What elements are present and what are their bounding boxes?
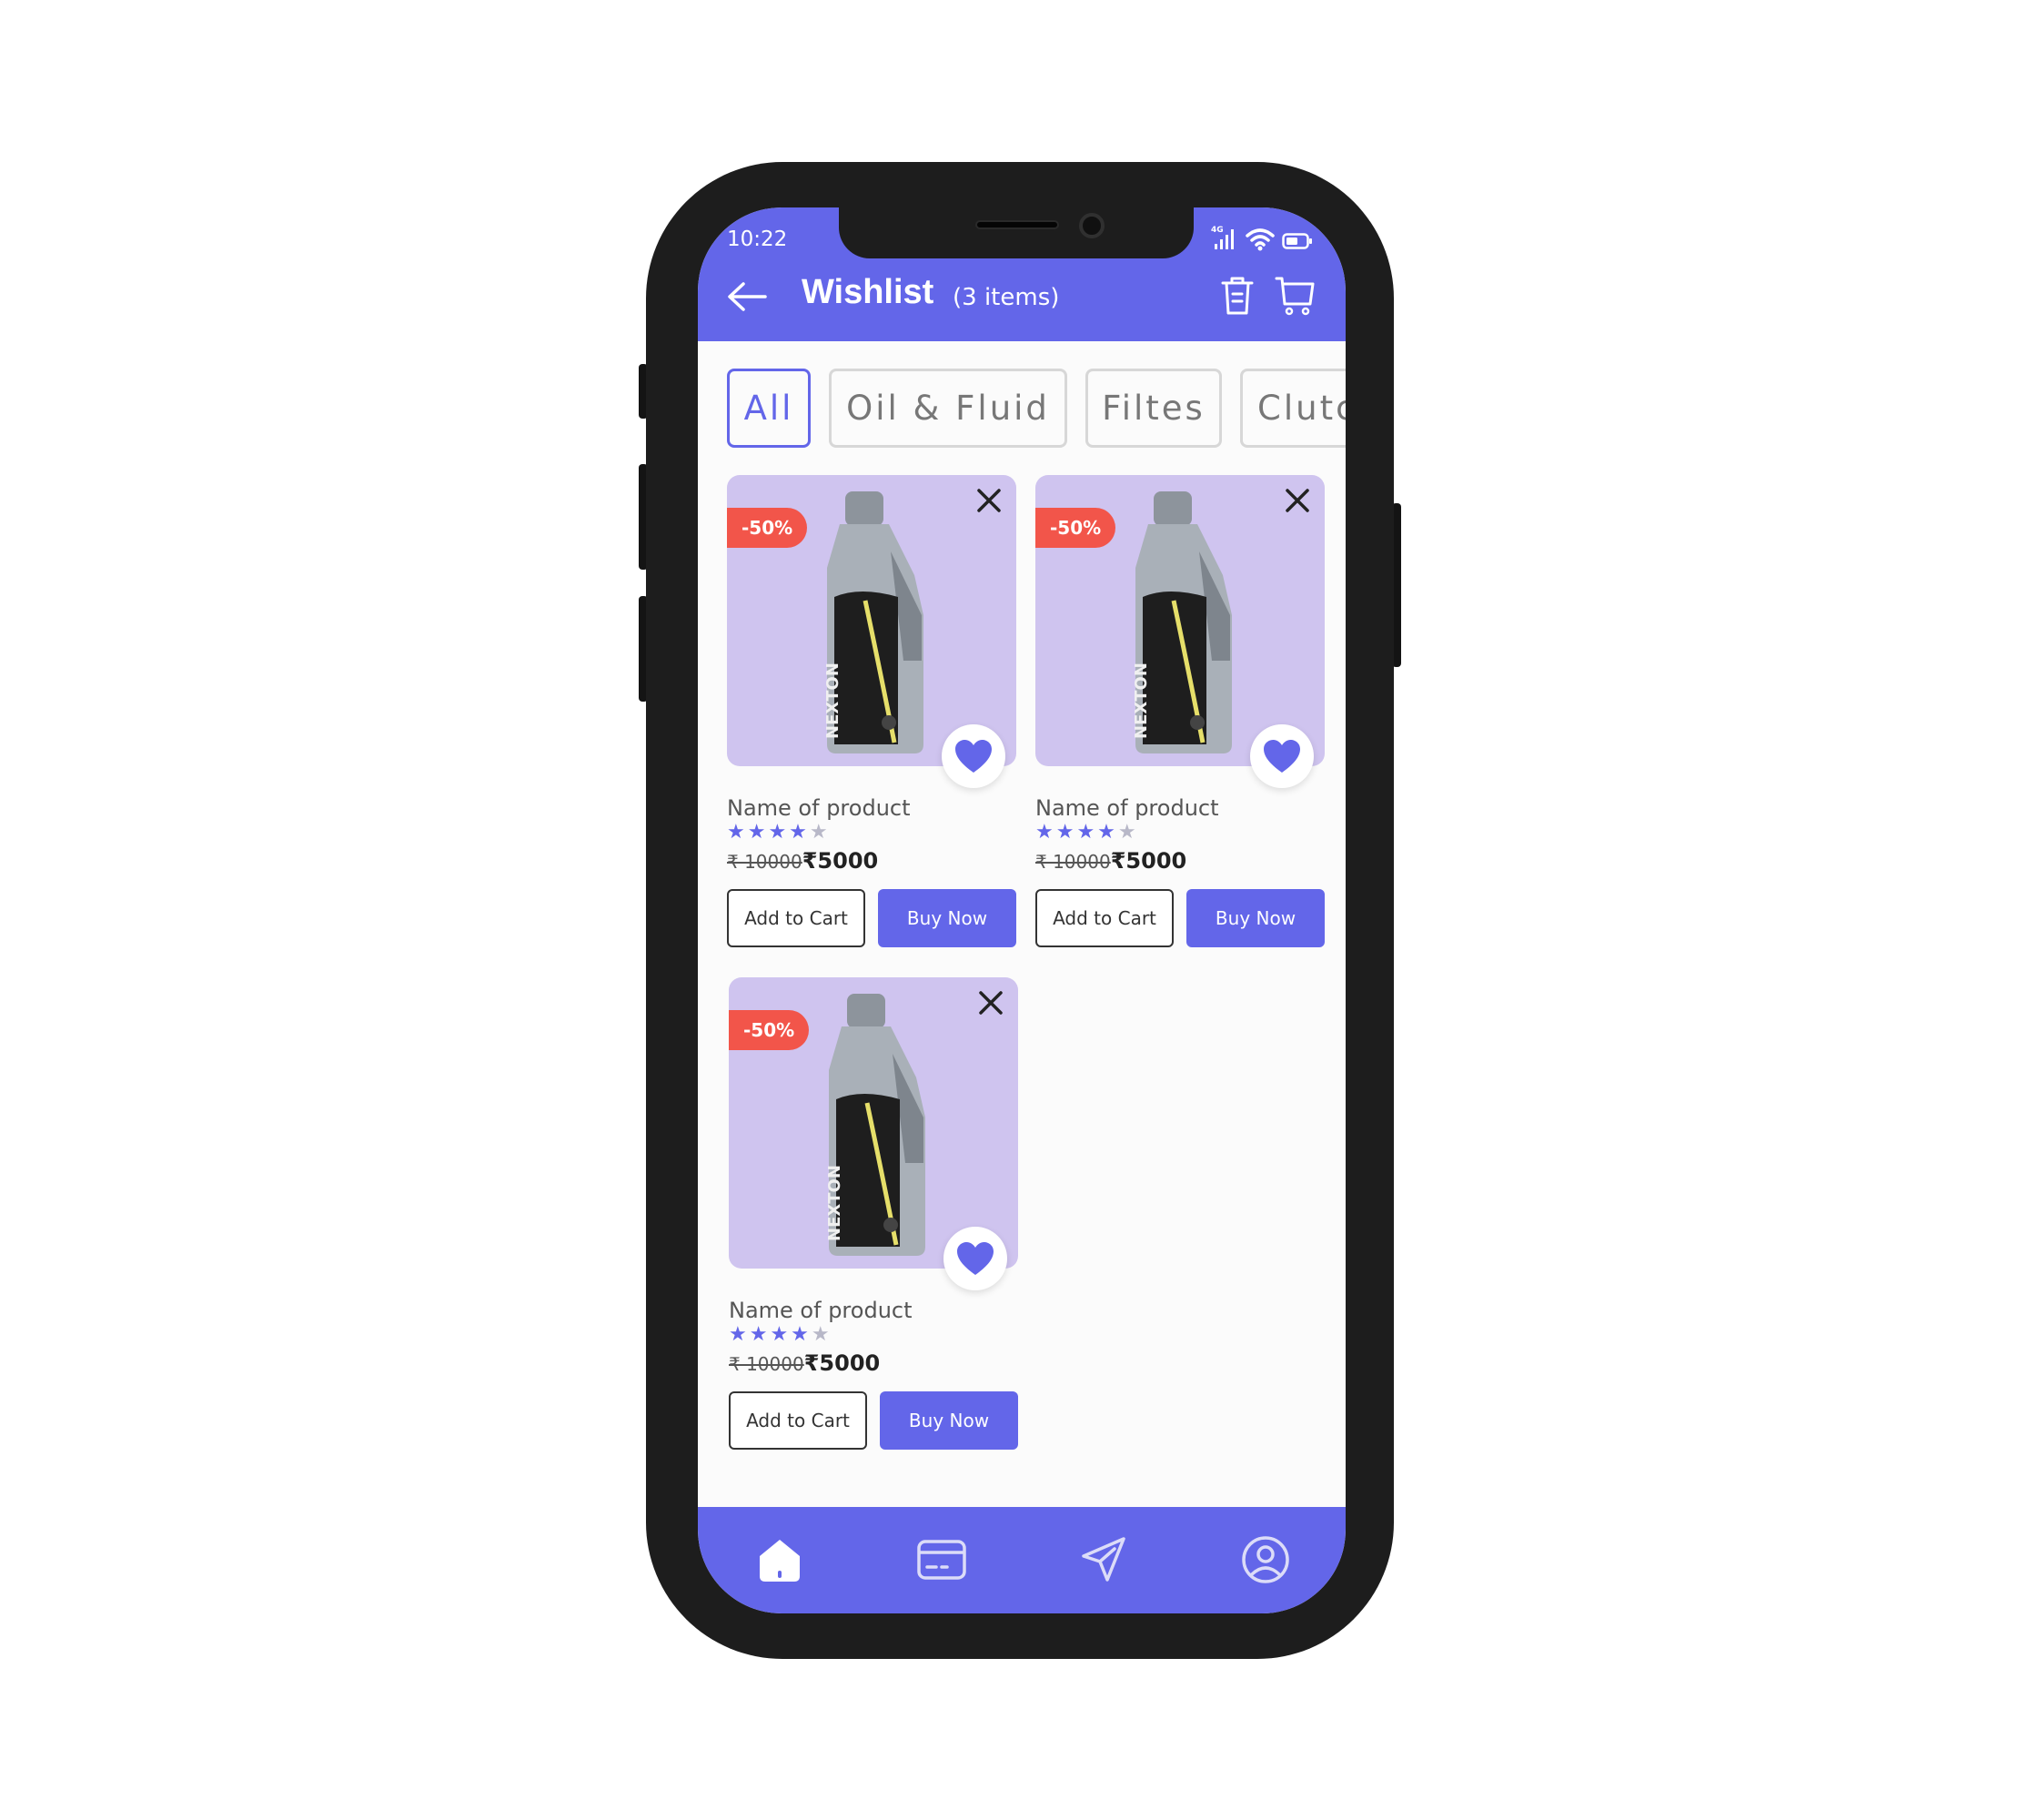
remove-icon[interactable] bbox=[1283, 486, 1312, 515]
old-price: ₹ 10000 bbox=[729, 1353, 804, 1375]
discount-badge: -50% bbox=[1035, 508, 1116, 548]
discount-badge: -50% bbox=[727, 508, 808, 548]
rating-stars: ★★★★★ bbox=[727, 821, 831, 844]
oil-bottle-image: NEXTON bbox=[1132, 491, 1232, 753]
product-image-box[interactable]: NEXTON -50% bbox=[727, 475, 1016, 788]
item-count: (3 items) bbox=[953, 284, 1060, 311]
page-title: Wishlist bbox=[802, 273, 934, 311]
bottle-brand-text: NEXTON bbox=[825, 1165, 844, 1241]
buy-now-button[interactable]: Buy Now bbox=[1186, 889, 1325, 947]
product-image-box[interactable]: NEXTON -50% bbox=[1035, 475, 1325, 788]
chip-filters[interactable]: Filtes bbox=[1085, 369, 1222, 448]
heart-icon bbox=[1264, 740, 1300, 773]
add-to-cart-button[interactable]: Add to Cart bbox=[1035, 889, 1174, 947]
product-image-box[interactable]: NEXTON -50% bbox=[729, 977, 1018, 1290]
favorite-button[interactable] bbox=[942, 724, 1005, 788]
cart-icon[interactable] bbox=[1274, 273, 1316, 317]
phone-screen: 10:22 4G Wishlist (3 items) All Oil & Fl… bbox=[698, 207, 1346, 1613]
heart-icon bbox=[955, 740, 992, 773]
status-time: 10:22 bbox=[727, 228, 788, 251]
chip-all[interactable]: All bbox=[727, 369, 811, 448]
discount-badge: -50% bbox=[729, 1010, 810, 1050]
home-icon[interactable] bbox=[754, 1534, 805, 1585]
remove-icon[interactable] bbox=[976, 988, 1005, 1017]
favorite-button[interactable] bbox=[1250, 724, 1314, 788]
remove-icon[interactable] bbox=[974, 486, 1004, 515]
bottle-brand-text: NEXTON bbox=[1132, 662, 1151, 739]
bottle-brand-text: NEXTON bbox=[823, 662, 842, 739]
oil-bottle-image: NEXTON bbox=[825, 994, 925, 1256]
front-camera bbox=[1079, 213, 1105, 238]
signal-icon: 4G bbox=[1211, 226, 1234, 249]
oil-bottle-image: NEXTON bbox=[823, 491, 923, 753]
old-price: ₹ 10000 bbox=[727, 851, 802, 873]
rating-stars: ★★★★★ bbox=[1035, 821, 1139, 844]
back-arrow-icon[interactable] bbox=[725, 280, 769, 313]
notch bbox=[839, 207, 1194, 258]
price: ₹ 10000₹5000 bbox=[727, 848, 878, 874]
status-icons: 4G bbox=[1211, 224, 1313, 251]
chip-oil-fluid[interactable]: Oil & Fluid bbox=[829, 369, 1067, 448]
profile-icon[interactable] bbox=[1240, 1534, 1291, 1585]
price: ₹ 10000₹5000 bbox=[729, 1350, 880, 1376]
wifi-icon bbox=[1246, 228, 1275, 251]
new-price: ₹5000 bbox=[803, 1350, 881, 1376]
new-price: ₹5000 bbox=[802, 848, 879, 874]
product-name: Name of product bbox=[1035, 795, 1219, 821]
chip-clutch[interactable]: Clutc bbox=[1240, 369, 1346, 448]
card-icon[interactable] bbox=[916, 1534, 967, 1585]
add-to-cart-button[interactable]: Add to Cart bbox=[729, 1391, 867, 1450]
send-icon[interactable] bbox=[1078, 1534, 1129, 1585]
product-name: Name of product bbox=[729, 1298, 913, 1323]
network-label: 4G bbox=[1211, 226, 1224, 235]
rating-stars: ★★★★★ bbox=[729, 1323, 832, 1346]
heart-icon bbox=[957, 1242, 994, 1275]
price: ₹ 10000₹5000 bbox=[1035, 848, 1186, 874]
app-header: 10:22 4G Wishlist (3 items) bbox=[698, 207, 1346, 341]
bottom-nav bbox=[698, 1507, 1346, 1613]
product-name: Name of product bbox=[727, 795, 911, 821]
buy-now-button[interactable]: Buy Now bbox=[880, 1391, 1018, 1450]
category-chips: All Oil & Fluid Filtes Clutc bbox=[727, 369, 1346, 450]
battery-icon bbox=[1282, 233, 1312, 249]
trash-icon[interactable] bbox=[1219, 275, 1256, 317]
new-price: ₹5000 bbox=[1110, 848, 1187, 874]
old-price: ₹ 10000 bbox=[1035, 851, 1111, 873]
add-to-cart-button[interactable]: Add to Cart bbox=[727, 889, 865, 947]
favorite-button[interactable] bbox=[943, 1227, 1007, 1290]
buy-now-button[interactable]: Buy Now bbox=[878, 889, 1016, 947]
speaker bbox=[975, 220, 1059, 229]
